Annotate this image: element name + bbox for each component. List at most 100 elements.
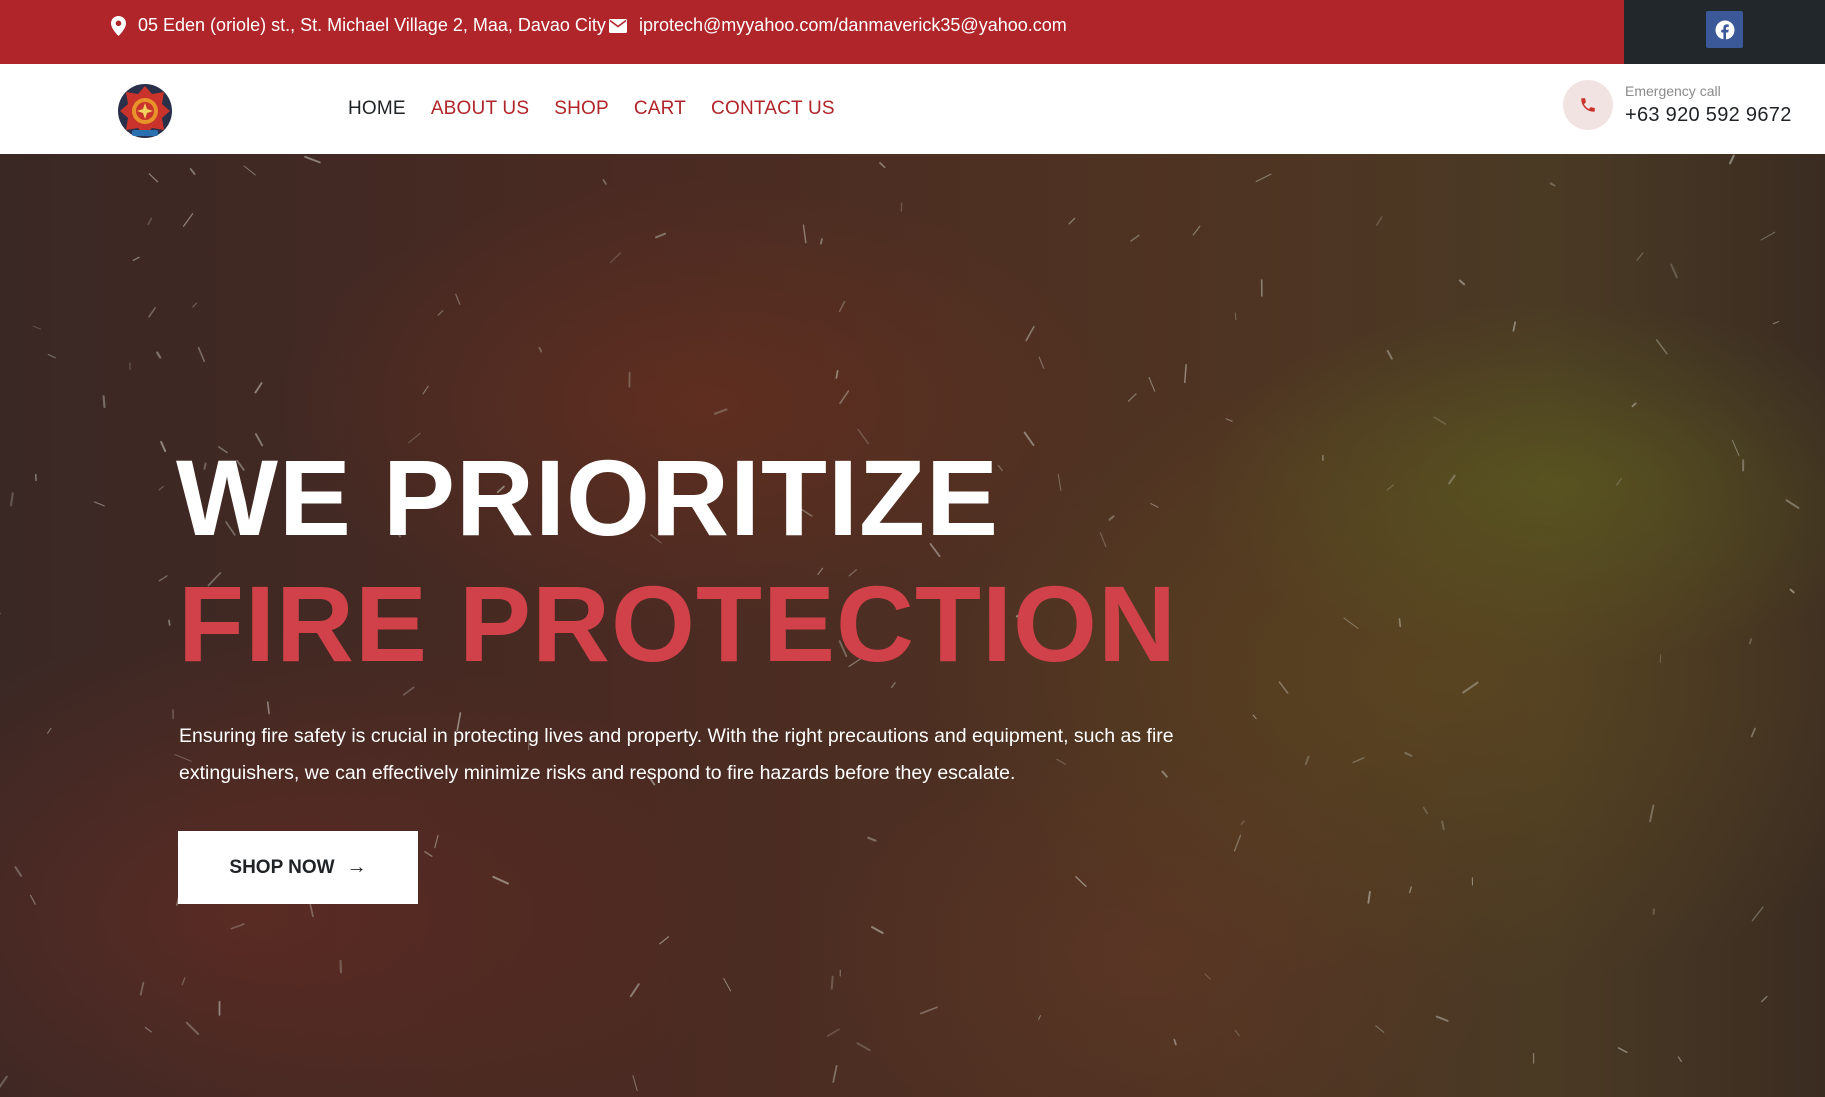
ember-spark [1240,820,1245,826]
address-info: 05 Eden (oriole) st., St. Michael Villag… [111,15,606,36]
ember-spark [1099,532,1107,548]
ember-spark [1677,1056,1682,1063]
ember-spark [1192,225,1201,236]
address-text: 05 Eden (oriole) st., St. Michael Villag… [138,15,606,35]
ember-spark [1433,416,1447,425]
ember-spark [148,173,159,183]
ember-spark [1748,638,1752,645]
ember-spark [434,834,439,849]
ember-spark [1204,973,1211,980]
ember-spark [1184,363,1187,384]
ember-spark [1404,751,1413,757]
ember-spark [826,1028,840,1037]
ember-spark [1761,995,1768,1003]
ember-spark [871,926,884,934]
ember-spark [492,875,509,885]
ember-spark [437,310,444,316]
ember-spark [1655,339,1668,355]
ember-spark [1751,906,1764,922]
ember-spark [654,232,667,239]
ember-spark [1760,231,1776,241]
ember-spark [158,485,164,491]
top-bar: 05 Eden (oriole) st., St. Michael Villag… [0,0,1825,64]
ember-spark [309,903,314,918]
facebook-icon [1715,20,1734,40]
emergency-call[interactable]: Emergency call +63 920 592 9672 [1563,80,1792,130]
ember-spark [132,256,140,261]
ember-spark [1386,484,1395,491]
ember-spark [713,408,728,415]
ember-spark [304,155,321,164]
nav-about-us[interactable]: ABOUT US [431,98,529,120]
ember-spark [839,390,850,405]
ember-spark [1448,474,1456,485]
nav-home[interactable]: HOME [348,98,406,120]
ember-spark [148,307,156,318]
ember-spark [1785,499,1800,509]
nav-contact-us[interactable]: CONTACT US [711,98,835,120]
ember-spark [1025,325,1035,342]
ember-spark [185,1021,200,1036]
ember-spark [230,923,245,930]
hero-title-line-2: FIRE PROTECTION [178,563,1178,684]
ember-spark [1731,439,1740,456]
ember-spark [1225,418,1233,422]
ember-spark [610,252,622,263]
map-pin-icon [111,15,126,36]
ember-spark [820,238,823,245]
ember-spark [455,293,461,305]
ember-spark [1057,474,1062,492]
ember-spark [1068,217,1076,225]
ember-spark [1649,804,1655,823]
ember-spark [424,851,433,858]
envelope-icon [609,18,627,33]
facebook-button[interactable] [1706,11,1743,48]
ember-spark [1038,356,1045,369]
ember-spark [158,575,168,582]
ember-spark [1549,182,1556,187]
ember-spark [1422,806,1428,815]
ember-spark [1616,478,1622,486]
ember-spark [1023,431,1035,447]
social-bar [1624,0,1825,64]
ember-spark [1148,376,1156,392]
ember-spark [243,165,256,176]
email-text[interactable]: iprotech@myyahoo.com/danmaverick35@yahoo… [639,15,1067,36]
ember-spark [1150,502,1159,508]
ember-spark [1173,1038,1177,1046]
ember-spark [168,619,171,626]
ember-spark [93,501,105,507]
ember-spark [856,1042,871,1052]
emergency-phone[interactable]: +63 920 592 9672 [1625,104,1792,127]
ember-spark [1728,154,1735,165]
ember-spark [1234,1029,1240,1037]
nav-cart[interactable]: CART [634,98,686,120]
ember-spark [422,385,429,395]
ember-spark [181,977,186,986]
main-nav: HOME ABOUT US SHOP CART CONTACT US [348,64,860,154]
ember-spark [1038,1015,1042,1020]
ember-spark [919,1006,938,1015]
ember-spark [1462,681,1479,694]
ember-spark [156,351,162,359]
company-logo[interactable] [116,82,174,140]
ember-spark [9,492,14,507]
ember-spark [832,1065,838,1083]
ember-spark [139,981,145,996]
ember-spark [1750,727,1756,738]
nav-shop[interactable]: SHOP [554,98,609,120]
ember-spark [838,300,846,313]
ember-spark [1375,1025,1385,1033]
fire-department-badge-icon [118,84,172,138]
ember-spark [1127,393,1137,402]
shop-now-button[interactable]: SHOP NOW → [178,831,418,904]
ember-spark [602,179,607,185]
shop-now-label: SHOP NOW [229,856,335,878]
ember-spark [1367,890,1371,904]
hero-section: WE PRIORITIZE FIRE PROTECTION Ensuring f… [0,154,1825,1097]
ember-spark [1108,515,1115,521]
email-info[interactable]: iprotech@myyahoo.com/danmaverick35@yahoo… [609,15,1067,36]
ember-spark [629,983,640,998]
ember-spark [1435,1015,1449,1022]
ember-spark [182,213,194,227]
